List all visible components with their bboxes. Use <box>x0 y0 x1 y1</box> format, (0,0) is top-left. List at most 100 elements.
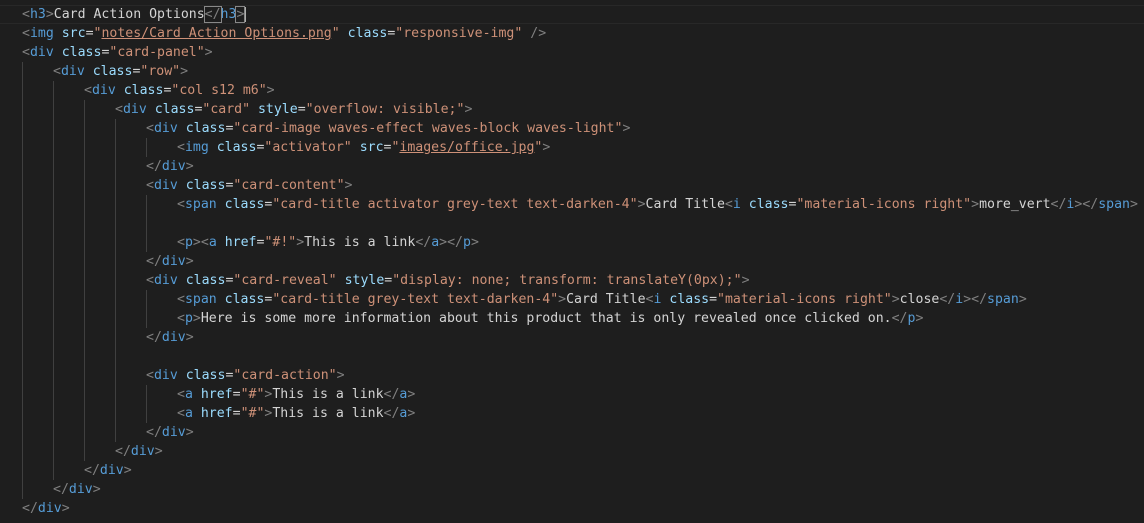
code-line[interactable]: </div> <box>146 252 194 271</box>
code-token: < <box>146 178 154 193</box>
code-token: class <box>185 178 226 193</box>
code-line[interactable]: <span class="card-title activator grey-t… <box>177 195 1138 214</box>
code-line[interactable]: <p>Here is some more information about t… <box>177 309 923 328</box>
code-line[interactable]: <p><a href="#!">This is a link</a></p> <box>177 233 479 252</box>
code-line[interactable]: <div class="card-image waves-effect wave… <box>146 119 630 138</box>
code-token: div <box>161 254 186 269</box>
code-token: </ <box>447 235 463 250</box>
code-token: = <box>297 102 306 117</box>
code-line[interactable]: </div> <box>146 328 194 347</box>
code-token: > <box>963 292 972 307</box>
code-line[interactable]: <div class="card" style="overflow: visib… <box>115 100 472 119</box>
code-token: class <box>224 197 265 212</box>
code-token: href <box>200 406 233 421</box>
code-token: < <box>177 140 185 155</box>
code-line[interactable]: </div> <box>146 157 194 176</box>
code-token: </ <box>115 444 131 459</box>
code-line[interactable]: <div class="card-content"> <box>146 176 353 195</box>
code-token: "card-title grey-text text-darken-4" <box>272 292 559 307</box>
code-line[interactable]: </div> <box>22 499 70 518</box>
code-line[interactable]: <div class="card-reveal" style="display:… <box>146 271 750 290</box>
code-token: href <box>224 235 257 250</box>
code-token: class <box>185 368 226 383</box>
indent-guide-line <box>84 100 85 461</box>
code-line[interactable]: <div class="col s12 m6"> <box>84 81 275 100</box>
code-token: > <box>741 273 750 288</box>
code-line[interactable]: </div> <box>115 442 163 461</box>
code-token: a <box>184 387 193 402</box>
code-token: </ <box>383 406 400 421</box>
code-line[interactable]: <div class="card-action"> <box>146 366 345 385</box>
code-token: > <box>470 235 479 250</box>
code-token: < <box>53 64 61 79</box>
code-token: > <box>185 425 194 440</box>
code-token: < <box>84 83 92 98</box>
code-token: i <box>732 197 741 212</box>
code-line[interactable]: <img class="activator" src="images/offic… <box>177 138 550 157</box>
code-token: </ <box>1050 197 1067 212</box>
code-token: div <box>153 368 178 383</box>
code-token: </ <box>1082 197 1099 212</box>
code-editor[interactable]: <h3>Card Action Options</h3> <img src="no… <box>0 0 1144 523</box>
code-token: "material-icons right" <box>717 292 892 307</box>
code-line[interactable]: </div> <box>53 480 101 499</box>
code-token: > <box>336 368 345 383</box>
code-token: > <box>1018 292 1027 307</box>
code-token: div <box>29 45 54 60</box>
code-token: < <box>177 235 185 250</box>
code-token: < <box>724 197 733 212</box>
code-token: "col s12 m6" <box>171 83 267 98</box>
code-token: < <box>22 45 30 60</box>
code-line[interactable]: <a href="#">This is a link</a> <box>177 404 415 423</box>
code-line[interactable]: </div> <box>146 423 194 442</box>
code-token: This is a link <box>304 235 416 250</box>
code-token: p <box>184 235 193 250</box>
code-token: a <box>184 406 193 421</box>
code-token: span <box>987 292 1019 307</box>
code-token: > <box>235 6 246 23</box>
code-line[interactable]: <a href="#">This is a link</a> <box>177 385 415 404</box>
code-token: </ <box>146 254 162 269</box>
code-token: </ <box>203 6 222 23</box>
code-token: div <box>99 463 124 478</box>
code-token: </ <box>146 159 162 174</box>
code-line[interactable]: <img src= "notes/Card Action Options.png "… <box>22 24 546 43</box>
code-token: < <box>177 406 185 421</box>
code-token: class <box>123 83 164 98</box>
code-token: i <box>955 292 964 307</box>
code-token: > <box>45 7 54 22</box>
indent-guide-line <box>146 385 147 423</box>
indent-guide-line <box>53 81 54 480</box>
code-token: > <box>185 159 194 174</box>
code-token: > <box>180 64 189 79</box>
code-line[interactable]: <span class="card-title grey-text text-d… <box>177 290 1027 309</box>
code-token: class <box>92 64 133 79</box>
code-line[interactable]: <div class="row"> <box>53 62 188 81</box>
code-token: > <box>971 197 980 212</box>
code-token: "card-content" <box>233 178 345 193</box>
code-token: Card Title <box>645 197 725 212</box>
code-token: > <box>344 178 353 193</box>
code-token: < <box>22 26 30 41</box>
code-token: style <box>344 273 385 288</box>
code-token: src <box>61 26 86 41</box>
code-token: div <box>60 64 85 79</box>
code-line[interactable]: <h3>Card Action Options</h3> <box>22 5 247 24</box>
code-token: "overflow: visible;" <box>305 102 465 117</box>
code-token: > <box>542 140 551 155</box>
code-line[interactable]: </div> <box>84 461 132 480</box>
code-token: span <box>184 197 217 212</box>
code-line[interactable]: <div class="card-panel"> <box>22 43 213 62</box>
code-token: > <box>92 482 101 497</box>
code-token: Card Title <box>566 292 646 307</box>
